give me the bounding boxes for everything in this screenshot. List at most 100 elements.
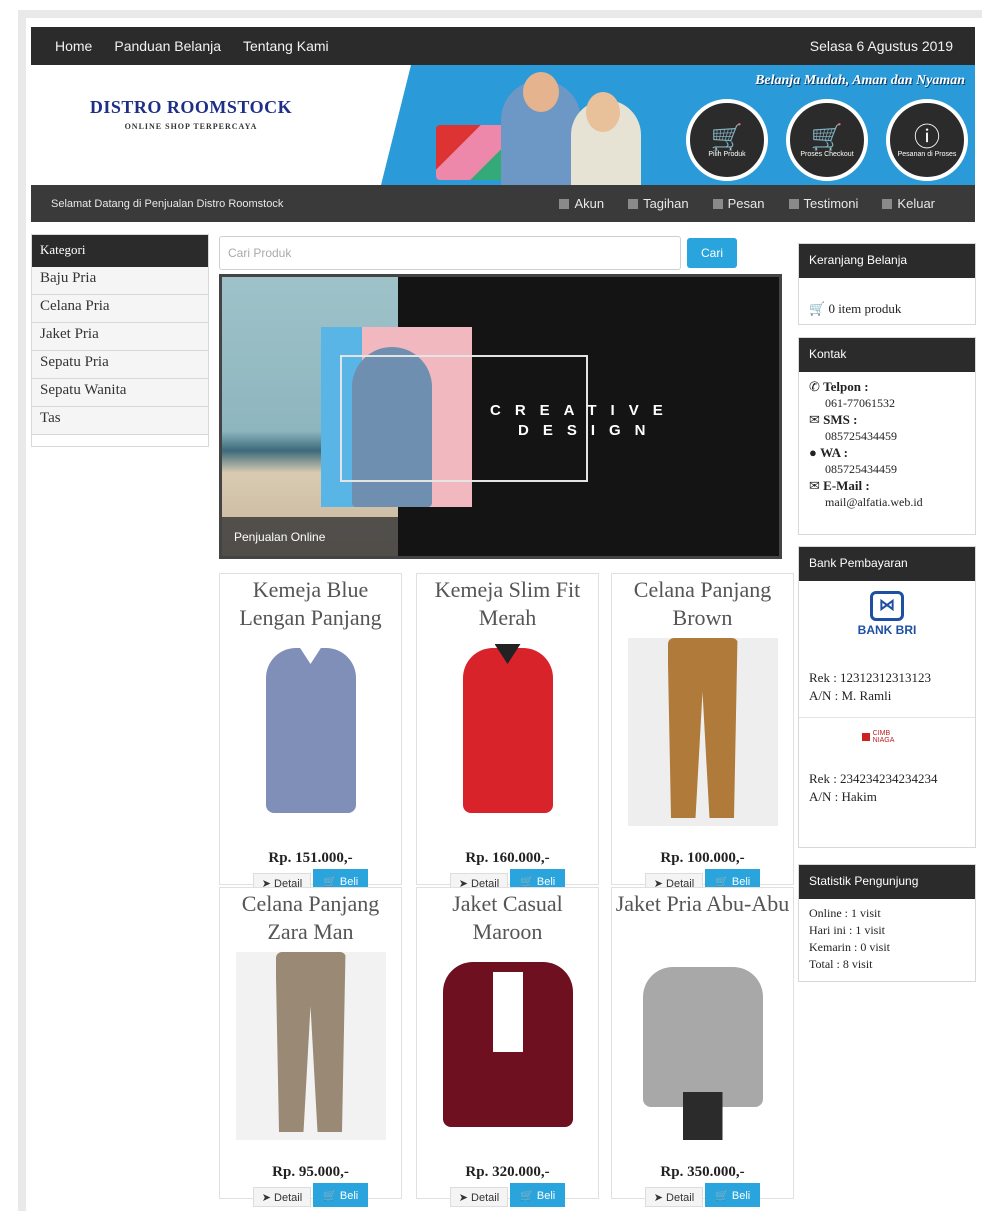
phone-icon: ✆ bbox=[809, 379, 820, 394]
promo-slider[interactable]: CREATIVE DESIGN Penjualan Online bbox=[219, 274, 782, 559]
sms-icon: ✉ bbox=[809, 412, 820, 427]
info-icon: ⓘ bbox=[913, 121, 940, 152]
detail-button[interactable]: ➤ Detail bbox=[252, 1187, 312, 1207]
stats-title: Statistik Pengunjung bbox=[799, 865, 975, 899]
product-image[interactable] bbox=[628, 952, 778, 1140]
shopping-steps: 🛒 Pilih Produk 🛒 Proses Checkout ⓘ Pesan… bbox=[686, 99, 975, 181]
search-button[interactable]: Cari bbox=[687, 238, 737, 268]
comment-icon bbox=[788, 198, 799, 209]
product-name[interactable]: Celana Panjang Zara Man bbox=[220, 890, 401, 948]
category-item-celana-pria[interactable]: Celana Pria bbox=[32, 295, 208, 323]
buy-button[interactable]: 🛒 Beli bbox=[705, 1183, 761, 1207]
product-price: Rp. 160.000,- bbox=[465, 850, 550, 866]
slider-headline: CREATIVE bbox=[490, 402, 677, 419]
menu-testimoni[interactable]: Testimoni bbox=[788, 196, 858, 211]
stats-today: Hari ini : 1 visit bbox=[809, 923, 885, 937]
product-image[interactable] bbox=[235, 952, 386, 1140]
buy-button[interactable]: 🛒 Beli bbox=[313, 1183, 369, 1207]
cimb-icon bbox=[862, 733, 870, 741]
product-price: Rp. 350.000,- bbox=[660, 1164, 745, 1180]
product-image[interactable] bbox=[236, 638, 386, 826]
welcome-text: Selamat Datang di Penjualan Distro Rooms… bbox=[51, 197, 284, 210]
category-item-jaket-pria[interactable]: Jaket Pria bbox=[32, 323, 208, 351]
product-price: Rp. 95.000,- bbox=[272, 1164, 349, 1180]
product-card: Kemeja Blue Lengan Panjang Rp. 151.000,-… bbox=[219, 573, 402, 893]
contact-label: E-Mail : bbox=[823, 478, 870, 493]
contact-panel: Kontak ✆ Telpon : 061-77061532 ✉ SMS : 0… bbox=[798, 337, 976, 535]
top-navbar: Home Panduan Belanja Tentang Kami Selasa… bbox=[31, 27, 975, 65]
cart-icon[interactable]: 🛒 bbox=[809, 301, 825, 316]
detail-button[interactable]: ➤ Detail bbox=[449, 1187, 509, 1207]
cart-panel: Keranjang Belanja 🛒 0 item produk bbox=[798, 243, 976, 325]
user-bar: Selamat Datang di Penjualan Distro Rooms… bbox=[31, 185, 975, 222]
contact-email[interactable]: mail@alfatia.web.id bbox=[809, 495, 965, 510]
bank-title: Bank Pembayaran bbox=[799, 547, 975, 581]
category-item-baju-pria[interactable]: Baju Pria bbox=[32, 267, 208, 295]
search-input[interactable] bbox=[219, 236, 681, 270]
product-image[interactable] bbox=[627, 638, 778, 826]
product-name[interactable]: Celana Panjang Brown bbox=[612, 576, 793, 634]
bank-panel: Bank Pembayaran ⋈ BANK BRI Rek : 1231231… bbox=[798, 546, 976, 848]
detail-button[interactable]: ➤ Detail bbox=[644, 1187, 704, 1207]
stats-total: Total : 8 visit bbox=[809, 957, 873, 971]
contact-label: Telpon : bbox=[823, 379, 869, 394]
stats-panel: Statistik Pengunjung Online : 1 visit Ha… bbox=[798, 864, 976, 982]
cart-icon: 🛒 bbox=[810, 121, 844, 152]
step-pesanan: ⓘ Pesanan di Proses bbox=[886, 99, 968, 181]
product-image[interactable] bbox=[433, 638, 583, 826]
bri-icon: ⋈ bbox=[870, 591, 904, 621]
banner-slogan: Belanja Mudah, Aman dan Nyaman bbox=[755, 73, 965, 88]
step-pilih-produk: 🛒 Pilih Produk bbox=[686, 99, 768, 181]
cart-title: Keranjang Belanja bbox=[799, 244, 975, 278]
product-image[interactable] bbox=[433, 952, 583, 1140]
category-item-tas[interactable]: Tas bbox=[32, 407, 208, 435]
cimb-account-number: Rek : 234234234234234 bbox=[809, 771, 938, 786]
nav-tentang-kami[interactable]: Tentang Kami bbox=[243, 38, 329, 54]
user-menu: Akun Tagihan Pesan Testimoni Keluar bbox=[535, 196, 935, 211]
store-tagline: ONLINE SHOP TERPERCAYA bbox=[124, 122, 258, 131]
stats-online: Online : 1 visit bbox=[809, 906, 881, 920]
product-name[interactable]: Jaket Pria Abu-Abu bbox=[612, 890, 793, 948]
envelope-icon bbox=[712, 198, 723, 209]
product-name[interactable]: Jaket Casual Maroon bbox=[417, 890, 598, 948]
product-name[interactable]: Kemeja Blue Lengan Panjang bbox=[220, 576, 401, 634]
contact-title: Kontak bbox=[799, 338, 975, 372]
bank-cimb-logo: CIMB NIAGA bbox=[862, 730, 912, 744]
product-card: Celana Panjang Zara Man Rp. 95.000,- ➤ D… bbox=[219, 887, 402, 1207]
bri-account-name: A/N : M. Ramli bbox=[809, 688, 892, 703]
current-date: Selasa 6 Agustus 2019 bbox=[809, 38, 953, 54]
product-card: Jaket Casual Maroon Rp. 320.000,- ➤ Deta… bbox=[416, 887, 599, 1207]
slider-subheadline: DESIGN bbox=[518, 422, 660, 439]
logout-icon bbox=[882, 198, 893, 209]
contact-wa: 085725434459 bbox=[825, 462, 897, 476]
menu-tagihan[interactable]: Tagihan bbox=[628, 196, 689, 211]
cart-icon: 🛒 bbox=[710, 121, 744, 152]
bri-account-number: Rek : 12312312313123 bbox=[809, 670, 932, 685]
store-logo[interactable]: DISTRO ROOMSTOCK ONLINE SHOP TERPERCAYA bbox=[71, 97, 311, 131]
category-title: Kategori bbox=[32, 235, 208, 267]
category-item-sepatu-wanita[interactable]: Sepatu Wanita bbox=[32, 379, 208, 407]
nav-home[interactable]: Home bbox=[55, 38, 92, 54]
contact-label: SMS : bbox=[823, 412, 858, 427]
step-checkout: 🛒 Proses Checkout bbox=[786, 99, 868, 181]
product-price: Rp. 320.000,- bbox=[465, 1164, 550, 1180]
header-banner: DISTRO ROOMSTOCK ONLINE SHOP TERPERCAYA … bbox=[31, 65, 975, 185]
invoice-icon bbox=[628, 198, 639, 209]
product-card: Kemeja Slim Fit Merah Rp. 160.000,- ➤ De… bbox=[416, 573, 599, 893]
product-name[interactable]: Kemeja Slim Fit Merah bbox=[417, 576, 598, 634]
nav-panduan-belanja[interactable]: Panduan Belanja bbox=[114, 38, 221, 54]
user-icon bbox=[559, 198, 570, 209]
category-item-sepatu-pria[interactable]: Sepatu Pria bbox=[32, 351, 208, 379]
menu-pesan[interactable]: Pesan bbox=[712, 196, 765, 211]
product-card: Celana Panjang Brown Rp. 100.000,- ➤ Det… bbox=[611, 573, 794, 893]
contact-phone: 061-77061532 bbox=[825, 396, 895, 410]
stats-yesterday: Kemarin : 0 visit bbox=[809, 940, 890, 954]
banner-people-image bbox=[431, 70, 671, 185]
menu-keluar[interactable]: Keluar bbox=[882, 196, 935, 211]
menu-akun[interactable]: Akun bbox=[559, 196, 604, 211]
buy-button[interactable]: 🛒 Beli bbox=[510, 1183, 566, 1207]
bank-bri-logo: ⋈ BANK BRI bbox=[857, 591, 917, 637]
category-panel: Kategori Baju Pria Celana Pria Jaket Pri… bbox=[31, 234, 209, 447]
cart-count[interactable]: 0 item produk bbox=[828, 301, 901, 316]
chat-icon: ● bbox=[809, 445, 817, 460]
